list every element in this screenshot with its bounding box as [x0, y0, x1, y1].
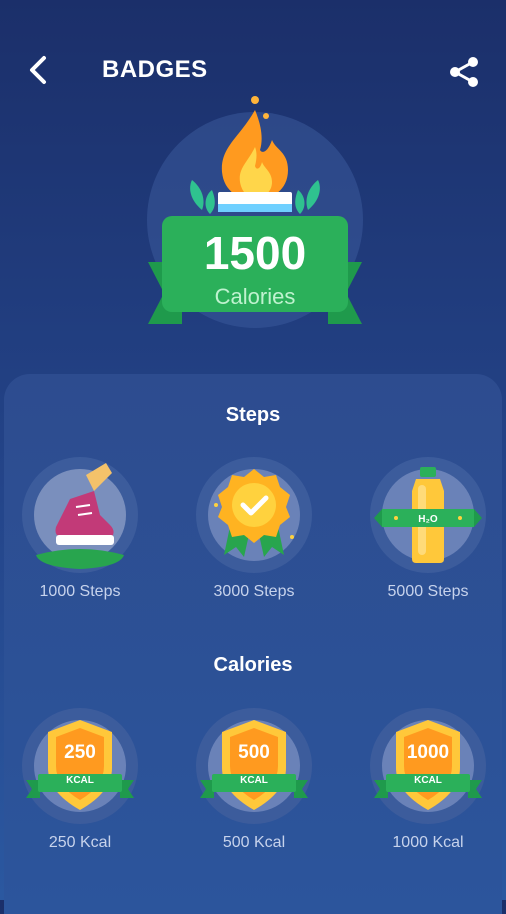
share-button[interactable] [444, 52, 484, 92]
badge-unit: KCAL [240, 775, 268, 786]
hero-unit: Calories [214, 284, 296, 309]
shield-badge-icon [196, 708, 312, 824]
badge-label: 3000 Steps [213, 583, 295, 600]
sneaker-icon [22, 457, 138, 573]
svg-text:H₂O: H₂O [418, 514, 438, 525]
section-title-calories: Calories [213, 654, 293, 676]
badge-steps-1000[interactable]: 1000 Steps [20, 455, 140, 615]
badge-label: 5000 Steps [387, 583, 469, 600]
badge-steps-5000[interactable]: H₂O 5000 Steps [368, 455, 488, 615]
shield-badge-icon [22, 708, 138, 824]
badge-kcal-250[interactable]: 250 KCAL 250 Kcal [20, 706, 140, 866]
share-icon [450, 57, 478, 87]
badge-value: 500 [238, 742, 270, 763]
badge-value: 1000 [406, 742, 450, 763]
badge-value: 250 [64, 742, 96, 763]
badge-label: 1000 Steps [39, 583, 121, 600]
page-title: BADGES [102, 56, 208, 83]
back-button[interactable] [22, 52, 58, 88]
hero-value: 1500 [203, 227, 307, 279]
section-title-steps: Steps [225, 404, 281, 426]
badge-unit: KCAL [66, 775, 94, 786]
badge-kcal-1000[interactable]: 1000 KCAL 1000 Kcal [368, 706, 488, 866]
water-bottle-icon: H₂O [370, 457, 486, 573]
badge-label: 1000 Kcal [392, 834, 464, 851]
badge-label: 500 Kcal [222, 834, 286, 851]
chevron-left-icon [30, 56, 46, 84]
badge-kcal-500[interactable]: 500 KCAL 500 Kcal [194, 706, 314, 866]
shield-badge-icon [370, 708, 486, 824]
badge-steps-3000[interactable]: 3000 Steps [194, 455, 314, 615]
medal-check-icon [196, 457, 312, 573]
hero-badge: 1500 Calories [140, 92, 370, 342]
badge-unit: KCAL [414, 775, 442, 786]
badge-label: 250 Kcal [48, 834, 112, 851]
